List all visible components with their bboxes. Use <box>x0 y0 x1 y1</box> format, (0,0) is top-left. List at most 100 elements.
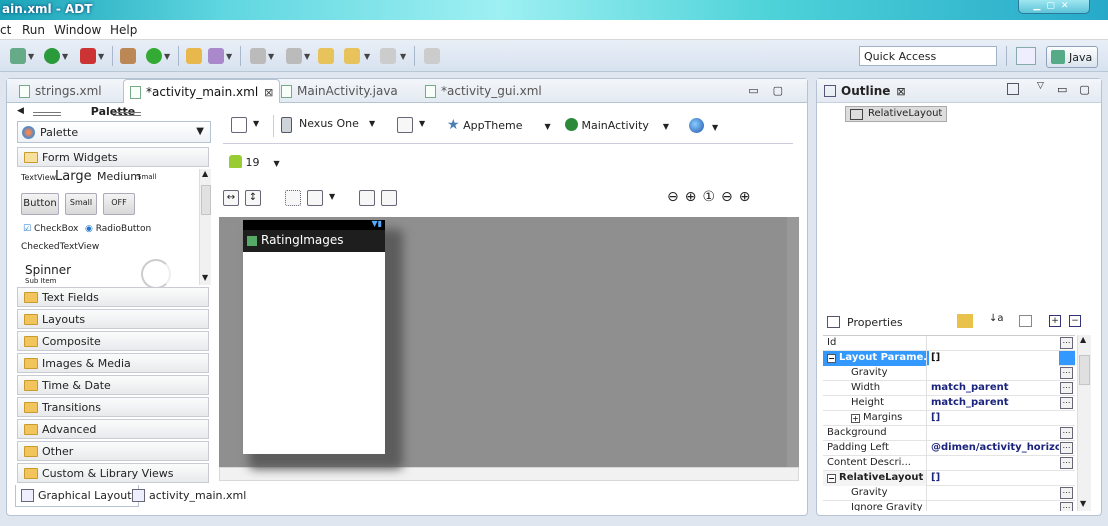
widget-button[interactable]: Button <box>21 193 59 215</box>
property-value[interactable] <box>929 501 1059 511</box>
property-value[interactable] <box>929 366 1059 381</box>
widget-large-text[interactable]: Large <box>55 169 92 184</box>
property-value[interactable] <box>929 486 1059 501</box>
property-row[interactable]: Width match_parent… <box>823 381 1075 396</box>
back-icon[interactable] <box>344 48 360 64</box>
java-perspective-button[interactable]: Java <box>1046 46 1098 68</box>
ellipsis-button[interactable]: … <box>1060 427 1073 439</box>
next-annotation-icon[interactable] <box>250 48 266 64</box>
chevron-down-icon[interactable]: ▼ <box>419 119 425 128</box>
chevron-down-icon[interactable]: ▼ <box>62 52 68 61</box>
forward-icon[interactable] <box>380 48 396 64</box>
scroll-up-icon[interactable]: ▲ <box>202 169 208 178</box>
widget-checkbox[interactable]: ☑ CheckBox <box>23 224 78 234</box>
tab-activity-main-xml[interactable]: *activity_main.xml ⊠ <box>123 79 281 103</box>
widget-spinner[interactable]: Spinner <box>25 263 71 277</box>
menu-run[interactable]: Run <box>22 23 45 37</box>
property-value[interactable]: [] <box>929 351 1059 366</box>
property-row[interactable]: − RelativeLayout[] <box>823 471 1075 486</box>
collapse-all-icon[interactable] <box>1007 83 1019 95</box>
category-composite[interactable]: Composite <box>17 331 209 351</box>
widget-textview[interactable]: TextView <box>21 173 56 182</box>
open-type-icon[interactable] <box>186 48 202 64</box>
property-row[interactable]: Content Descri...… <box>823 456 1075 471</box>
expand-all-icon[interactable]: + <box>1049 315 1061 327</box>
ellipsis-button[interactable]: … <box>1060 502 1073 511</box>
outline-window-controls[interactable]: ▭▢ <box>1057 83 1102 96</box>
last-edit-icon[interactable] <box>318 48 334 64</box>
category-time-date[interactable]: Time & Date <box>17 375 209 395</box>
scrollbar-thumb[interactable] <box>201 185 211 215</box>
expand-icon[interactable]: + <box>851 414 860 423</box>
property-row[interactable]: Height match_parent… <box>823 396 1075 411</box>
property-row[interactable]: Gravity… <box>823 486 1075 501</box>
property-value[interactable]: match_parent <box>929 396 1059 411</box>
property-value[interactable]: @dimen/activity_horizon... <box>929 441 1059 456</box>
ellipsis-button[interactable]: … <box>1060 367 1073 379</box>
new-java-project-icon[interactable] <box>120 48 136 64</box>
ellipsis-button[interactable]: … <box>1060 487 1073 499</box>
chevron-down-icon[interactable]: ▼ <box>364 52 370 61</box>
property-value[interactable]: [] <box>929 471 1059 486</box>
close-icon[interactable]: ⊠ <box>896 85 905 98</box>
debug-icon[interactable] <box>10 48 26 64</box>
property-row[interactable]: Gravity… <box>823 366 1075 381</box>
category-custom-library-views[interactable]: Custom & Library Views <box>17 463 209 483</box>
new-class-icon[interactable] <box>146 48 162 64</box>
api-level-dropdown[interactable]: 19 ▼ <box>229 155 280 169</box>
menu-project[interactable]: ct <box>0 23 11 37</box>
view-menu-icon[interactable]: ▽ <box>1037 81 1044 91</box>
menu-window[interactable]: Window <box>54 23 101 37</box>
device-preview[interactable]: ▼▮ RatingImages <box>243 219 385 454</box>
scroll-down-icon[interactable]: ▼ <box>1080 499 1086 508</box>
action-bar[interactable]: RatingImages <box>243 230 385 252</box>
widget-toggle-button[interactable]: OFF <box>103 193 135 215</box>
category-other[interactable]: Other <box>17 441 209 461</box>
widget-radiobutton[interactable]: ◉ RadioButton <box>85 224 151 234</box>
scrollbar-thumb[interactable] <box>1079 355 1090 385</box>
property-value[interactable] <box>929 426 1059 441</box>
external-tools-icon[interactable] <box>80 48 96 64</box>
fit-height-icon[interactable]: ↕ <box>245 190 261 206</box>
widget-progressbar[interactable] <box>141 259 171 289</box>
menu-help[interactable]: Help <box>110 23 137 37</box>
category-images-media[interactable]: Images & Media <box>17 353 209 373</box>
margins-icon[interactable] <box>285 190 301 206</box>
property-row[interactable]: Id… <box>823 336 1075 351</box>
device-dropdown[interactable]: Nexus One ▼ <box>281 117 375 133</box>
orientation-icon[interactable] <box>397 117 413 133</box>
chevron-down-icon[interactable]: ▼ <box>28 52 34 61</box>
widget-small-text[interactable]: Small <box>137 173 156 181</box>
activity-dropdown[interactable]: MainActivity ▼ <box>565 118 669 132</box>
palette-header[interactable]: ◀ Palette <box>15 105 211 121</box>
scroll-up-icon[interactable]: ▲ <box>1080 335 1086 344</box>
tab-xml-source[interactable]: activity_main.xml <box>127 485 252 507</box>
category-advanced[interactable]: Advanced <box>17 419 209 439</box>
ellipsis-button[interactable]: … <box>1060 442 1073 454</box>
scroll-down-icon[interactable]: ▼ <box>202 273 208 282</box>
outline-node-relativelayout[interactable]: RelativeLayout <box>845 106 948 122</box>
ellipsis-button[interactable]: … <box>1060 457 1073 469</box>
category-layouts[interactable]: Layouts <box>17 309 209 329</box>
tab-mainactivity-java[interactable]: MainActivity.java <box>275 79 404 103</box>
tab-graphical-layout[interactable]: Graphical Layout <box>15 485 139 507</box>
theme-dropdown[interactable]: ★ AppTheme ▼ <box>447 117 551 133</box>
chevron-down-icon[interactable]: ▼ <box>226 52 232 61</box>
collapse-left-icon[interactable]: ◀ <box>17 106 24 116</box>
layout-actions-icon[interactable] <box>359 190 375 206</box>
chevron-down-icon[interactable]: ▼ <box>268 52 274 61</box>
collapse-all-icon[interactable]: − <box>1069 315 1081 327</box>
category-text-fields[interactable]: Text Fields <box>17 287 209 307</box>
fit-width-icon[interactable]: ↔ <box>223 190 239 206</box>
collapse-icon[interactable]: − <box>827 474 836 483</box>
property-value[interactable] <box>929 456 1059 471</box>
canvas-horizontal-scrollbar[interactable] <box>219 467 799 481</box>
property-value[interactable]: match_parent <box>929 381 1059 396</box>
property-value[interactable] <box>929 336 1059 351</box>
property-row[interactable]: Ignore Gravity… <box>823 501 1075 511</box>
tab-outline[interactable]: Outline ⊠ <box>821 79 906 103</box>
search-icon[interactable] <box>208 48 224 64</box>
collapse-icon[interactable]: − <box>827 354 836 363</box>
chevron-down-icon[interactable]: ▼ <box>400 52 406 61</box>
property-row[interactable]: Padding Left @dimen/activity_horizon...… <box>823 441 1075 456</box>
